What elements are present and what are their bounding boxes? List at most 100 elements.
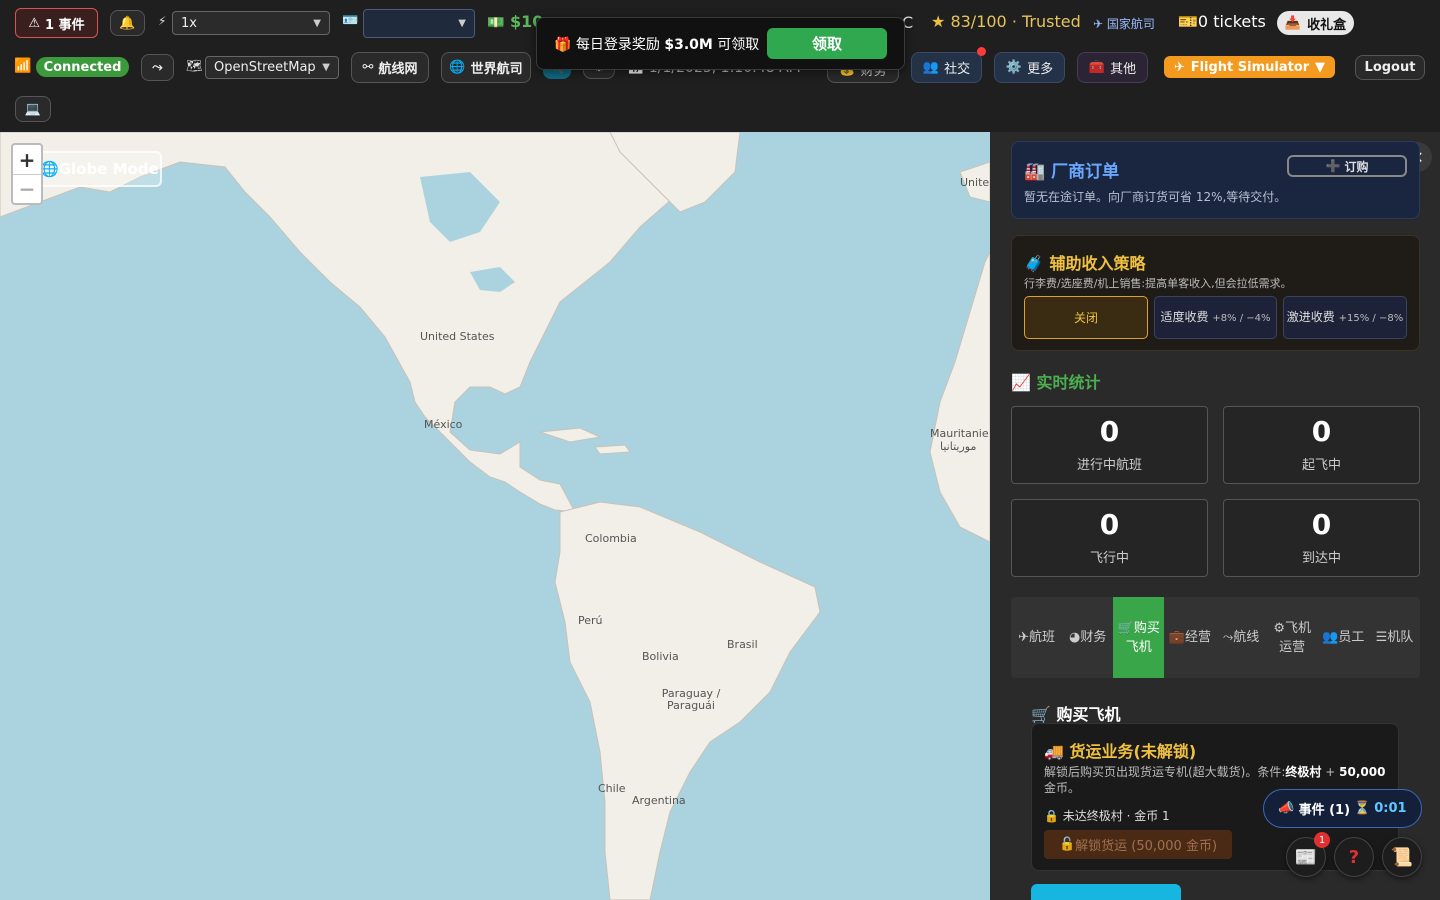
- place-order-button[interactable]: ➕ 订购: [1287, 155, 1407, 177]
- tab-label: 航班: [1029, 630, 1056, 645]
- tickets-value: 0 tickets: [1197, 12, 1266, 31]
- reward-suffix: 可领取: [717, 36, 760, 53]
- social-button[interactable]: 👥 社交: [911, 52, 982, 83]
- map-land-layer: [0, 132, 990, 900]
- logout-button[interactable]: Logout: [1355, 55, 1425, 80]
- route-network-button[interactable]: ⚯ 航线网: [351, 52, 429, 83]
- tab-label: 员工: [1338, 630, 1365, 645]
- stat-label: 起飞中: [1301, 458, 1341, 473]
- ticket-icon: 🎫: [1178, 12, 1198, 31]
- routes-button[interactable]: ⤳: [141, 54, 174, 81]
- other-label: 其他: [1110, 62, 1137, 77]
- ancillary-option-moderate[interactable]: 适度收费 +8% / −4%: [1154, 296, 1277, 339]
- list-icon: ☰: [1375, 630, 1388, 645]
- zoom-in-button[interactable]: +: [13, 145, 41, 174]
- star-icon: ★: [931, 12, 946, 31]
- cargo-condition-village: 终极村: [1285, 765, 1322, 779]
- event-alert-button[interactable]: ⚠ 1 事件: [15, 8, 98, 38]
- event-timer-value: 0:01: [1374, 801, 1407, 816]
- scroll-icon: 📜: [1390, 846, 1414, 868]
- money-display: 💵 $10: [487, 12, 543, 31]
- map-label-mauritanie-ar: موريتانيا: [940, 440, 977, 453]
- gift-inbox-button[interactable]: 📥 收礼盒: [1277, 11, 1354, 35]
- next-section-button[interactable]: [1031, 884, 1181, 900]
- globe-mode-button[interactable]: 🌐 Globe Mode: [32, 151, 162, 187]
- factory-icon: 🏭: [1024, 162, 1046, 182]
- event-alert-label: 1 事件: [45, 17, 85, 33]
- manufacturer-title-text: 厂商订单: [1051, 162, 1120, 182]
- cargo-plus: +: [1321, 765, 1340, 779]
- map-label-mauritanie: Mauritanie: [930, 427, 989, 440]
- tab-aircraft-ops[interactable]: ⚙飞机运营: [1267, 597, 1318, 678]
- tab-fleet[interactable]: ☰机队: [1369, 597, 1420, 678]
- more-button[interactable]: ⚙️ 更多: [994, 52, 1065, 83]
- lock-icon: 🔒: [1044, 809, 1059, 823]
- network-icon: ⚯: [362, 60, 374, 75]
- cargo-title: 🚚 货运业务(未解锁): [1044, 738, 1196, 762]
- notifications-button[interactable]: 🔔: [110, 10, 145, 36]
- tab-operations[interactable]: 💼经营: [1164, 597, 1215, 678]
- map-style-select[interactable]: OpenStreetMap ▼: [205, 56, 339, 79]
- tab-label: 机队: [1387, 630, 1414, 645]
- log-button[interactable]: 📜: [1382, 837, 1422, 877]
- reputation-value: 83/100 · Trusted: [950, 12, 1081, 31]
- tab-label: 经营: [1185, 630, 1212, 645]
- stats-title-text: 实时统计: [1036, 373, 1101, 392]
- wifi-icon: 📶: [14, 58, 32, 74]
- event-timer-button[interactable]: 📣 事件 (1) ⏳ 0:01: [1263, 789, 1422, 828]
- reputation-display: ★ 83/100 · Trusted: [931, 12, 1081, 31]
- airline-select[interactable]: ▼: [363, 9, 475, 38]
- money-icon: 💵: [487, 15, 505, 31]
- ancillary-option-off[interactable]: 关闭: [1024, 296, 1148, 339]
- world-airlines-button[interactable]: 🌐 世界航司: [441, 52, 531, 83]
- globe-icon: 🌐: [449, 60, 466, 75]
- reward-prefix: 每日登录奖励: [575, 36, 660, 53]
- route-network-label: 航线网: [378, 62, 418, 77]
- tab-flights[interactable]: ✈航班: [1011, 597, 1062, 678]
- stat-label: 飞行中: [1089, 551, 1129, 566]
- tab-staff[interactable]: 👥员工: [1318, 597, 1369, 678]
- tab-routes[interactable]: ⤳航线: [1216, 597, 1267, 678]
- ancillary-title: 🧳 辅助收入策略: [1024, 250, 1146, 274]
- unlock-cargo-button[interactable]: 🔓 解锁货运 (50,000 金币): [1044, 830, 1232, 859]
- panel-tabs: ✈航班 ◕财务 🛒购买飞机 💼经营 ⤳航线 ⚙飞机运营 👥员工 ☰机队: [1011, 597, 1420, 678]
- speed-select[interactable]: 1x ▼: [172, 11, 330, 35]
- stat-value: 0: [1099, 508, 1120, 541]
- claim-reward-button[interactable]: 领取: [767, 28, 887, 59]
- ancillary-option-aggressive[interactable]: 激进收费 +15% / −8%: [1283, 296, 1407, 339]
- flight-simulator-label: Flight Simulator: [1190, 59, 1310, 75]
- laptop-icon: 💻: [24, 101, 42, 117]
- tab-label: 航线: [1233, 630, 1260, 645]
- warning-icon: ⚠: [28, 15, 41, 31]
- other-button[interactable]: 🧰 其他: [1077, 52, 1148, 83]
- tab-buy-aircraft[interactable]: 🛒购买飞机: [1113, 597, 1165, 678]
- briefcase-icon: 💼: [1168, 630, 1186, 645]
- help-button[interactable]: ?: [1334, 837, 1374, 877]
- cart-icon: 🛒: [1031, 705, 1051, 724]
- tickets-display: 🎫0 tickets: [1178, 12, 1266, 31]
- tab-finance[interactable]: ◕财务: [1062, 597, 1113, 678]
- zoom-out-button[interactable]: −: [13, 174, 41, 203]
- flight-simulator-button[interactable]: ✈ Flight Simulator ▼: [1164, 56, 1335, 78]
- realtime-stats-title: 📈 实时统计: [1011, 369, 1101, 393]
- national-airline-link[interactable]: ✈ 国家航司: [1093, 15, 1155, 32]
- daily-reward-text: 🎁 每日登录奖励 $3.0M 可领取: [554, 34, 767, 54]
- map-label-united: Unite: [960, 176, 990, 189]
- buy-aircraft-title: 🛒 购买飞机: [1031, 701, 1121, 725]
- truck-icon: 🚚: [1044, 742, 1064, 761]
- stat-label: 到达中: [1301, 551, 1341, 566]
- world-map[interactable]: United States México Colombia Perú Brasi…: [0, 132, 990, 900]
- desktop-mode-button[interactable]: 💻: [15, 96, 51, 122]
- cargo-status-text: 未达终极村 · 金币 1: [1062, 809, 1170, 823]
- gift-inbox-label: 收礼盒: [1307, 17, 1347, 33]
- stat-active-flights: 0 进行中航班: [1011, 406, 1208, 484]
- unlock-cargo-label: 解锁货运 (50,000 金币): [1075, 839, 1218, 854]
- gear-icon: ⚙️: [1005, 60, 1023, 75]
- connection-status-badge: Connected: [36, 57, 129, 77]
- map-label-paraguay: Paraguay / Paraguái: [661, 687, 721, 712]
- ancillary-desc: 行李费/选座费/机上销售:提高单客收入,但会拉低需求。: [1024, 277, 1292, 290]
- map-label-mexico: México: [424, 418, 463, 431]
- megaphone-icon: 📣: [1278, 801, 1295, 816]
- lightning-icon: ⚡: [158, 14, 167, 28]
- unlock-icon: 🔓: [1058, 837, 1076, 852]
